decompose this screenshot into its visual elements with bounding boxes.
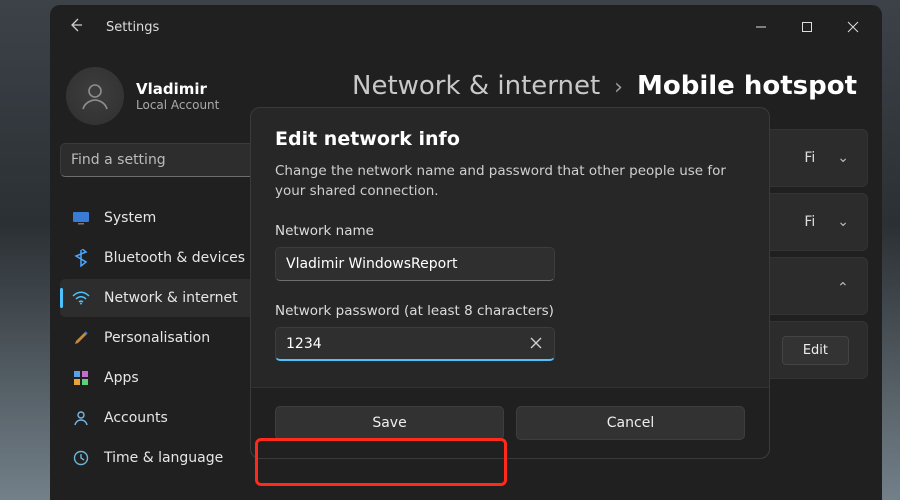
sidebar-item-label: Accounts [104, 410, 168, 426]
sidebar-item-label: Bluetooth & devices [104, 250, 245, 266]
edit-network-dialog: Edit network info Change the network nam… [250, 107, 770, 459]
chevron-up-icon: ⌄ [837, 278, 849, 294]
network-name-value: Vladimir WindowsReport [286, 256, 544, 272]
clear-button[interactable] [528, 335, 544, 353]
save-button[interactable]: Save [275, 406, 504, 440]
profile-name: Vladimir [136, 80, 219, 98]
avatar [66, 67, 124, 125]
maximize-button[interactable] [784, 11, 830, 43]
network-name-field[interactable]: Vladimir WindowsReport [275, 247, 555, 281]
dialog-actions: Save Cancel [251, 387, 769, 458]
chevron-down-icon: ⌄ [837, 214, 849, 230]
dialog-title: Edit network info [275, 128, 745, 150]
settings-window: Settings Vladimir Local Account [50, 5, 882, 500]
titlebar: Settings [50, 5, 882, 49]
arrow-left-icon [68, 17, 84, 33]
sidebar-item-label: Time & language [104, 450, 223, 466]
network-password-field[interactable]: 1234 [275, 327, 555, 361]
minimize-icon [755, 21, 767, 33]
app-title: Settings [106, 20, 159, 35]
dialog-description: Change the network name and password tha… [275, 162, 745, 201]
chevron-right-icon: › [614, 75, 623, 100]
sidebar-item-label: Network & internet [104, 290, 238, 306]
display-icon [72, 209, 90, 227]
breadcrumb-current: Mobile hotspot [637, 71, 857, 101]
paintbrush-icon [72, 329, 90, 347]
network-name-label: Network name [275, 223, 745, 239]
breadcrumb: Network & internet › Mobile hotspot [330, 71, 868, 101]
profile-subtitle: Local Account [136, 98, 219, 112]
chevron-down-icon: ⌄ [837, 150, 849, 166]
edit-button[interactable]: Edit [782, 336, 849, 365]
close-icon [847, 21, 859, 33]
close-button[interactable] [830, 11, 876, 43]
accounts-icon [72, 409, 90, 427]
window-controls [738, 11, 876, 43]
network-password-value: 1234 [286, 336, 528, 352]
network-password-label: Network password (at least 8 characters) [275, 303, 745, 319]
apps-icon [72, 369, 90, 387]
sidebar-item-label: System [104, 210, 156, 226]
breadcrumb-parent[interactable]: Network & internet [352, 71, 600, 101]
bluetooth-icon [72, 249, 90, 267]
dropdown-value: Fi [804, 214, 815, 230]
clock-icon [72, 449, 90, 467]
back-button[interactable] [64, 17, 88, 37]
wifi-icon [72, 289, 90, 307]
x-icon [530, 337, 542, 349]
dropdown-value: Fi [804, 150, 815, 166]
minimize-button[interactable] [738, 11, 784, 43]
person-icon [78, 79, 112, 113]
sidebar-item-label: Apps [104, 370, 139, 386]
cancel-button[interactable]: Cancel [516, 406, 745, 440]
maximize-icon [801, 21, 813, 33]
sidebar-item-label: Personalisation [104, 330, 210, 346]
